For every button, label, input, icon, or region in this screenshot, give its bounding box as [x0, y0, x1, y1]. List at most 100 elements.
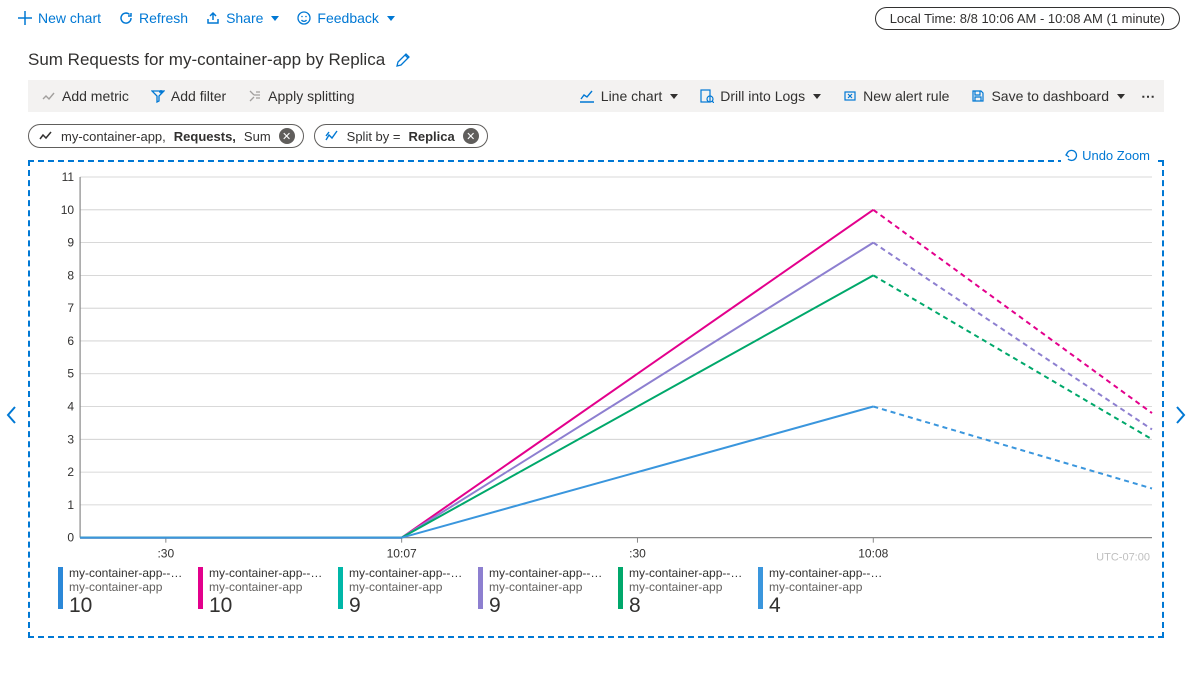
chevron-left-icon: [6, 405, 18, 425]
new-alert-label: New alert rule: [863, 88, 949, 104]
alert-icon: [843, 89, 857, 103]
svg-text:10: 10: [61, 203, 75, 217]
legend-series-name: my-container-app--h7...: [629, 567, 749, 581]
split-value: Replica: [409, 129, 455, 144]
chart-legend: my-container-app--h7... my-container-app…: [30, 563, 1162, 627]
add-filter-button[interactable]: Add filter: [145, 86, 232, 106]
more-button[interactable]: ⋯: [1141, 88, 1156, 105]
legend-value: 9: [489, 594, 609, 618]
legend-series-name: my-container-app--h7...: [769, 567, 889, 581]
legend-resource-name: my-container-app: [69, 581, 189, 595]
add-metric-button[interactable]: Add metric: [36, 86, 135, 106]
svg-text:10:08: 10:08: [858, 547, 888, 561]
legend-series-name: my-container-app--h7...: [489, 567, 609, 581]
timezone-label: UTC-07:00: [1096, 552, 1150, 563]
legend-resource-name: my-container-app: [349, 581, 469, 595]
undo-zoom-button[interactable]: Undo Zoom: [1061, 148, 1154, 163]
share-label: Share: [226, 10, 263, 26]
legend-value: 8: [629, 594, 749, 618]
top-toolbar: New chart Refresh Share Feedback Local T…: [0, 0, 1192, 36]
legend-swatch: [338, 567, 343, 609]
chip-close-icon[interactable]: ✕: [463, 128, 479, 144]
svg-text:11: 11: [62, 170, 75, 184]
chevron-down-icon: [1117, 94, 1125, 99]
new-chart-button[interactable]: New chart: [12, 6, 107, 30]
metric-icon: [42, 89, 56, 103]
legend-resource-name: my-container-app: [769, 581, 889, 595]
legend-swatch: [618, 567, 623, 609]
legend-swatch: [758, 567, 763, 609]
legend-value: 9: [349, 594, 469, 618]
legend-swatch: [198, 567, 203, 609]
legend-resource-name: my-container-app: [629, 581, 749, 595]
legend-series-name: my-container-app--h7...: [69, 567, 189, 581]
legend-swatch: [58, 567, 63, 609]
svg-text:10:07: 10:07: [387, 547, 417, 561]
drill-logs-button[interactable]: Drill into Logs: [694, 86, 827, 106]
chevron-right-icon: [1174, 405, 1186, 425]
legend-swatch: [478, 567, 483, 609]
split-chip[interactable]: Split by = Replica ✕: [314, 124, 488, 148]
chip-metric: Requests,: [174, 129, 236, 144]
legend-series-name: my-container-app--h7...: [209, 567, 329, 581]
new-alert-button[interactable]: New alert rule: [837, 86, 955, 106]
drill-logs-label: Drill into Logs: [720, 88, 805, 104]
chevron-down-icon: [387, 16, 395, 21]
svg-text:0: 0: [67, 531, 74, 545]
chip-close-icon[interactable]: ✕: [279, 128, 295, 144]
edit-icon[interactable]: [395, 52, 411, 68]
chip-agg: Sum: [244, 129, 271, 144]
svg-text:6: 6: [67, 334, 74, 348]
chevron-down-icon: [670, 94, 678, 99]
filter-icon: [151, 89, 165, 103]
legend-item[interactable]: my-container-app--h7... my-container-app…: [758, 567, 898, 619]
apply-splitting-button[interactable]: Apply splitting: [242, 86, 360, 106]
apply-splitting-label: Apply splitting: [268, 88, 354, 104]
save-dashboard-button[interactable]: Save to dashboard: [965, 86, 1131, 106]
line-chart-icon: [579, 89, 595, 103]
svg-text:3: 3: [67, 432, 74, 446]
add-filter-label: Add filter: [171, 88, 226, 104]
chip-row: my-container-app, Requests, Sum ✕ Split …: [0, 112, 1192, 154]
split-prefix: Split by =: [347, 129, 401, 144]
next-chart-button[interactable]: [1174, 405, 1186, 431]
save-icon: [971, 89, 985, 103]
legend-item[interactable]: my-container-app--h7... my-container-app…: [198, 567, 338, 619]
legend-value: 10: [69, 594, 189, 618]
svg-text:7: 7: [67, 301, 74, 315]
new-chart-label: New chart: [38, 10, 101, 26]
svg-text:8: 8: [67, 268, 74, 282]
svg-text:9: 9: [67, 236, 74, 250]
svg-text:2: 2: [67, 465, 74, 479]
split-icon: [325, 130, 339, 142]
undo-icon: [1065, 149, 1078, 162]
series-icon: [39, 131, 53, 141]
time-range-picker[interactable]: Local Time: 8/8 10:06 AM - 10:08 AM (1 m…: [875, 7, 1180, 30]
svg-text:1: 1: [67, 498, 74, 512]
chart-plot[interactable]: 01234567891011 :3010:07:3010:08 UTC-07:0…: [30, 162, 1162, 563]
legend-item[interactable]: my-container-app--h7... my-container-app…: [618, 567, 758, 619]
legend-item[interactable]: my-container-app--h7... my-container-app…: [58, 567, 198, 619]
legend-item[interactable]: my-container-app--h7... my-container-app…: [338, 567, 478, 619]
refresh-button[interactable]: Refresh: [113, 6, 194, 30]
svg-text:5: 5: [67, 367, 74, 381]
svg-text::30: :30: [157, 547, 174, 561]
legend-value: 10: [209, 594, 329, 618]
refresh-label: Refresh: [139, 10, 188, 26]
chart-type-dropdown[interactable]: Line chart: [573, 86, 684, 106]
refresh-icon: [119, 11, 133, 25]
chart-title: Sum Requests for my-container-app by Rep…: [28, 50, 385, 70]
legend-item[interactable]: my-container-app--h7... my-container-app…: [478, 567, 618, 619]
chevron-down-icon: [271, 16, 279, 21]
legend-value: 4: [769, 594, 889, 618]
prev-chart-button[interactable]: [6, 405, 18, 431]
svg-text:4: 4: [67, 400, 74, 414]
undo-zoom-label: Undo Zoom: [1082, 148, 1150, 163]
feedback-label: Feedback: [317, 10, 378, 26]
add-metric-label: Add metric: [62, 88, 129, 104]
feedback-button[interactable]: Feedback: [291, 6, 400, 30]
time-range-label: Local Time: 8/8 10:06 AM - 10:08 AM (1 m…: [890, 11, 1165, 26]
share-button[interactable]: Share: [200, 6, 285, 30]
metric-chip[interactable]: my-container-app, Requests, Sum ✕: [28, 124, 304, 148]
legend-resource-name: my-container-app: [489, 581, 609, 595]
